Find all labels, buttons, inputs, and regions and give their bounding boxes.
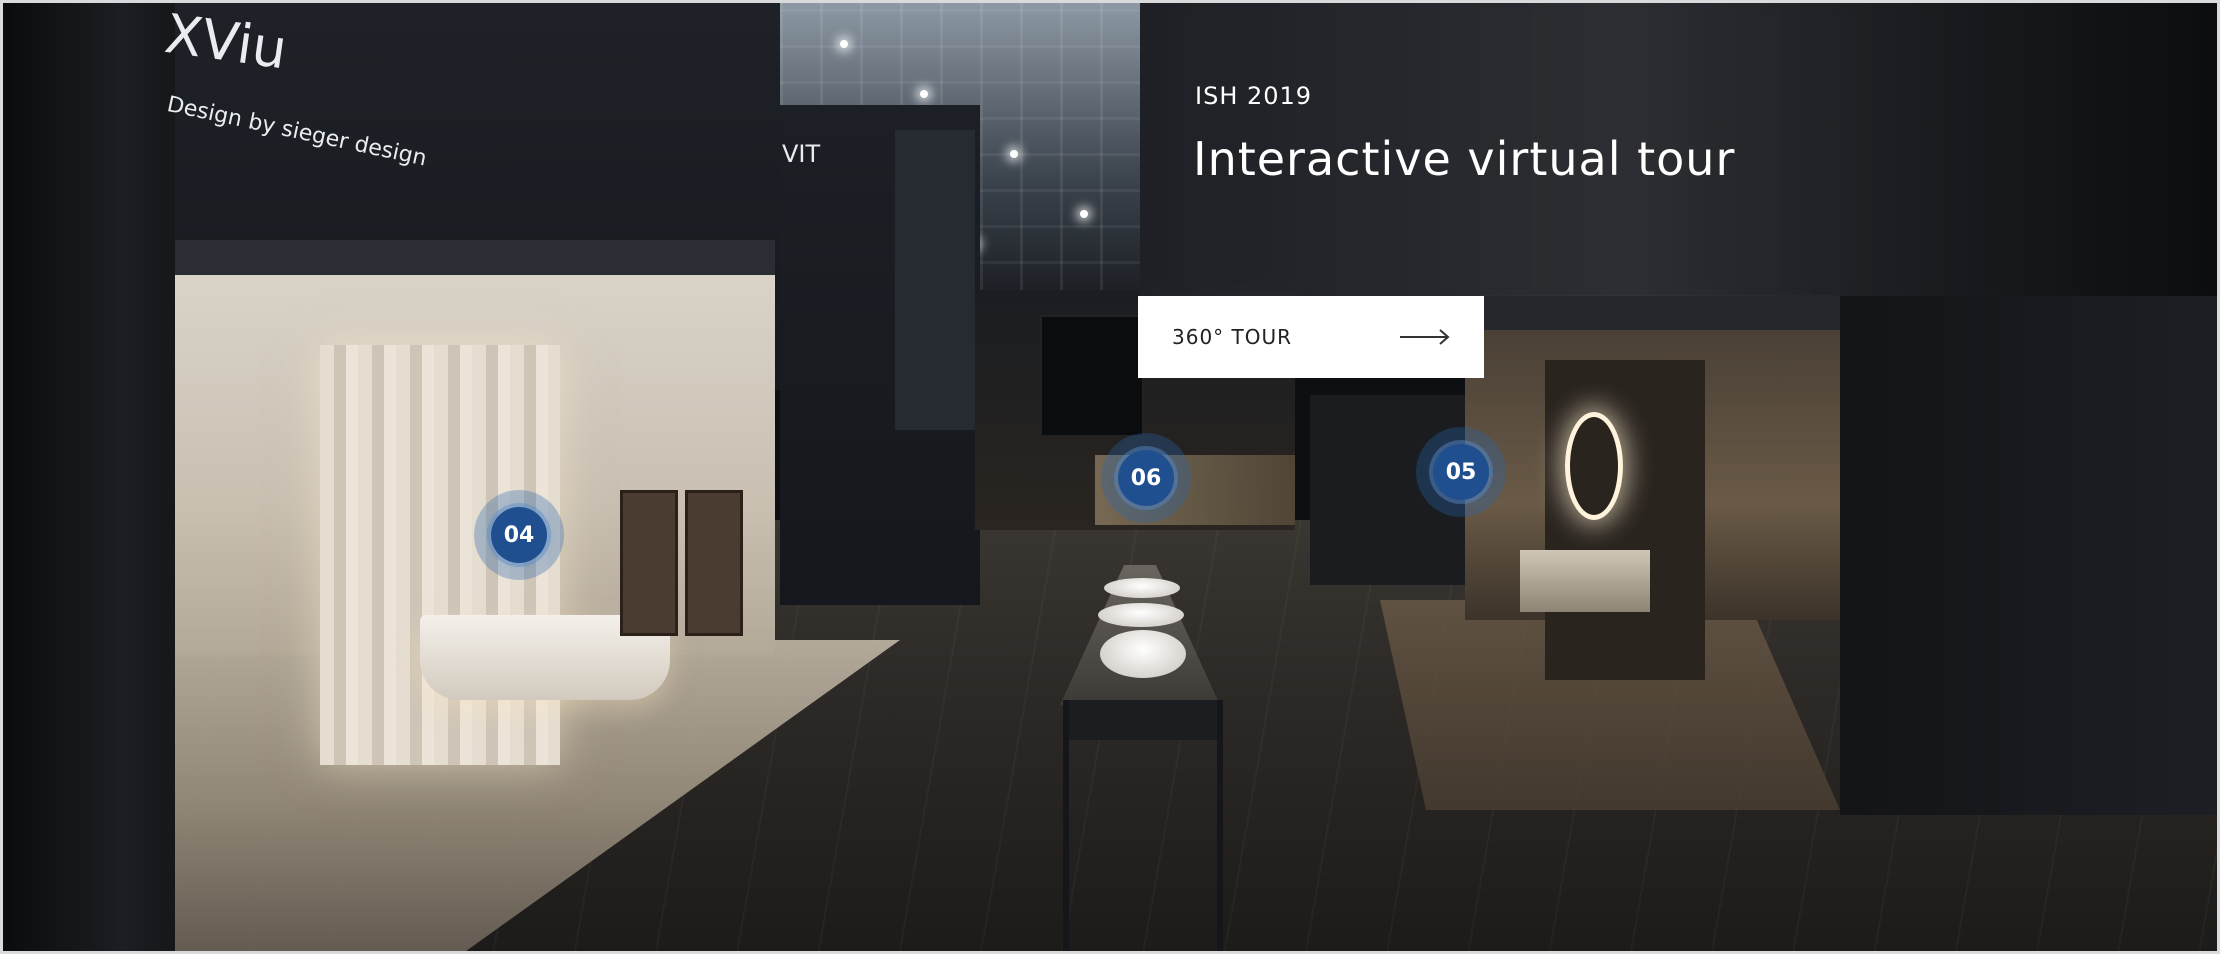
event-label: ISH 2019: [1195, 82, 1313, 110]
arrow-right-icon: [1400, 329, 1450, 345]
ceiling-light: [1010, 150, 1018, 158]
hotspot-04-label: 04: [491, 507, 547, 563]
shelf-unit: [685, 490, 743, 636]
page-title: Interactive virtual tour: [1193, 132, 1736, 186]
round-mirror: [1565, 412, 1623, 520]
hotspot-05-label: 05: [1433, 444, 1489, 500]
left-pillar: [0, 0, 175, 954]
vanity-wall: [1545, 360, 1705, 680]
center-panel: [895, 130, 975, 430]
vanity-unit: [1520, 550, 1650, 612]
ceiling-light: [920, 90, 928, 98]
washbasin: [1100, 630, 1186, 678]
washbasin: [1098, 603, 1184, 627]
ceiling-light: [840, 40, 848, 48]
hotspot-06[interactable]: 06: [1101, 433, 1191, 523]
right-canopy: [1480, 295, 1840, 335]
washbasin: [1104, 578, 1180, 598]
right-wall: [1840, 295, 2220, 815]
virtual-tour-viewer[interactable]: XViu Design by sieger design VIT ISH 201…: [0, 0, 2220, 954]
hotspot-06-label: 06: [1118, 450, 1174, 506]
booth-sign-mid: VIT: [782, 140, 821, 168]
counter-legs: [1063, 700, 1223, 954]
ceiling-light: [1080, 210, 1088, 218]
start-360-tour-button[interactable]: 360° TOUR: [1138, 296, 1484, 378]
display-screen: [1040, 315, 1144, 437]
hotspot-04[interactable]: 04: [474, 490, 564, 580]
tour-button-label: 360° TOUR: [1172, 325, 1293, 349]
shelf-unit: [620, 490, 678, 636]
hotspot-05[interactable]: 05: [1416, 427, 1506, 517]
